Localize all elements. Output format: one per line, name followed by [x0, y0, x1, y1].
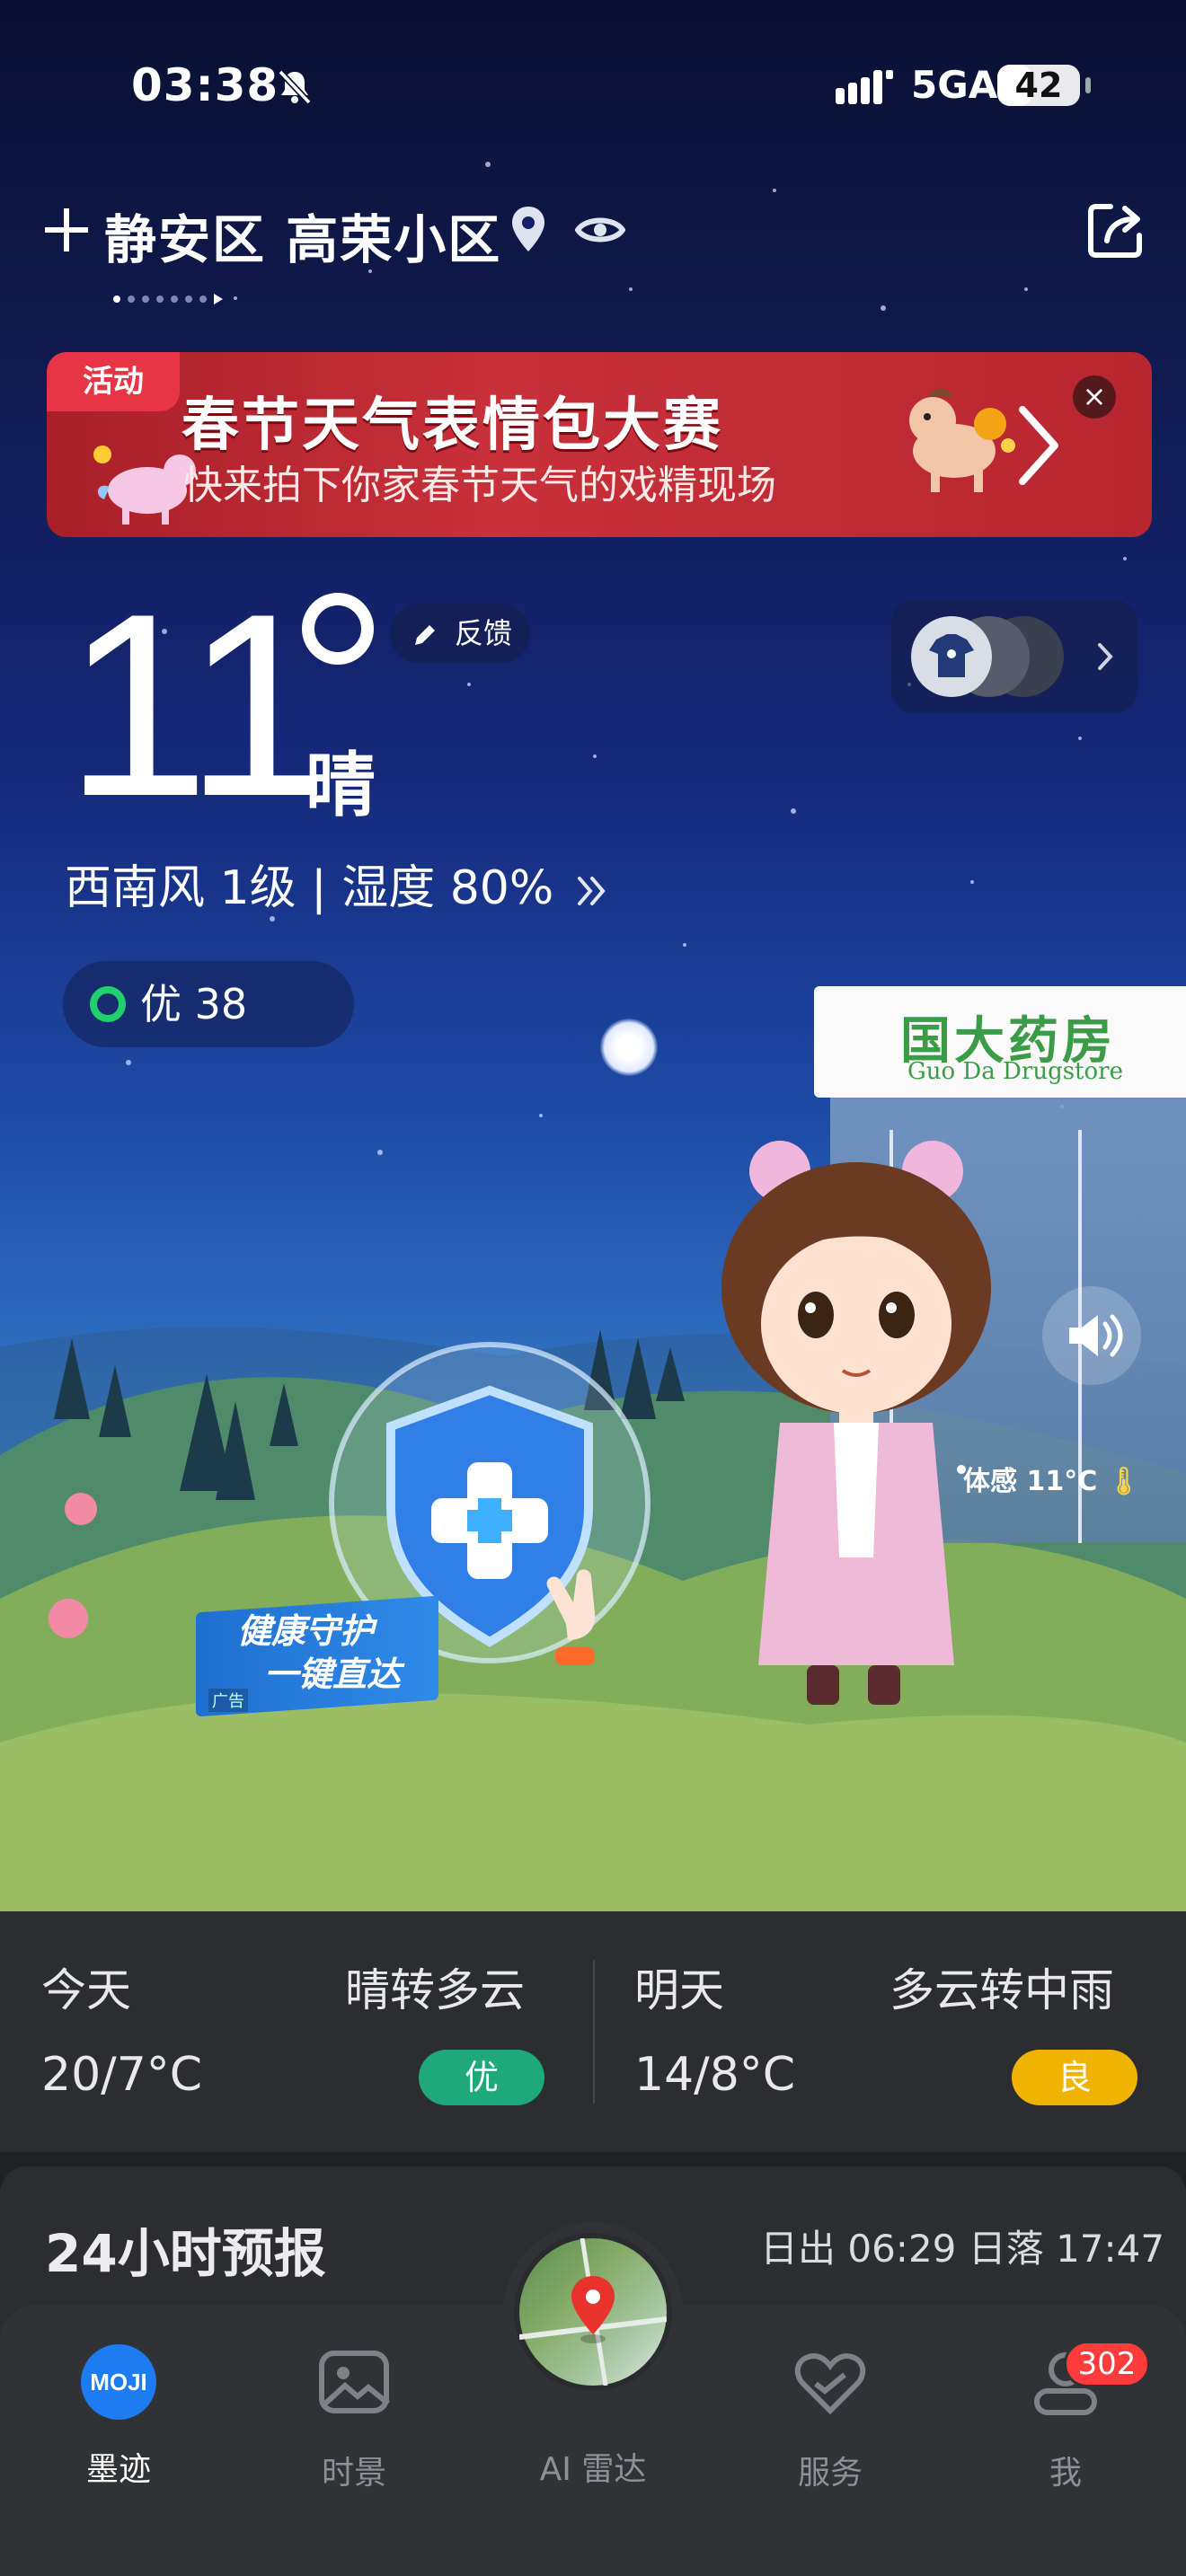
store-name-en: Guo Da Drugstore: [907, 1058, 1123, 1085]
aqi-label: 优 38: [140, 980, 248, 1028]
network-type: 5GA: [911, 63, 998, 107]
degree-symbol: [302, 593, 374, 665]
status-time: 03:38: [131, 59, 279, 111]
chevron-right-small-icon: [1098, 643, 1113, 670]
battery-indicator: 42: [997, 65, 1091, 106]
banner-subtitle: 快来拍下你家春节天气的戏精现场: [183, 463, 776, 508]
banner-tag: 活动: [47, 352, 180, 411]
star: [126, 1060, 131, 1065]
moon: [600, 1019, 658, 1076]
health-line2: 一键直达: [264, 1654, 402, 1694]
plus-icon[interactable]: [40, 203, 93, 257]
chevron-right-icon: [1019, 406, 1058, 485]
feedback-label: 反馈: [455, 616, 513, 650]
moji-logo-icon: MOJI: [81, 2344, 156, 2420]
tshirt-icon: [911, 616, 992, 697]
star: [970, 880, 974, 884]
star: [791, 808, 796, 814]
star: [1078, 737, 1082, 740]
bell-muted-icon: [278, 69, 312, 105]
share-icon[interactable]: [1084, 199, 1146, 262]
star: [234, 296, 237, 300]
today-label: 今天: [41, 1964, 131, 2016]
activity-banner[interactable]: 活动 春节天气表情包大赛 快来拍下你家春节天气的戏精现场 ×: [47, 352, 1152, 537]
star: [485, 162, 491, 167]
star: [773, 189, 776, 192]
pencil-icon: [415, 625, 435, 645]
aqi-badge[interactable]: 优 38: [63, 961, 354, 1047]
star: [881, 305, 886, 311]
speaker-icon: [1069, 1314, 1123, 1357]
tomorrow-label: 明天: [634, 1964, 724, 2016]
star: [683, 943, 686, 947]
location-name[interactable]: 静安区 高荣小区: [104, 198, 501, 273]
tomorrow-aqi-pill: 良: [1012, 2050, 1137, 2105]
forecast-divider: [593, 1960, 595, 2104]
current-temperature: 11: [65, 560, 330, 851]
double-chevron-right-icon: [577, 877, 606, 905]
horse-mascot-icon: [909, 388, 1015, 492]
tab-label-radar: AI 雷达: [539, 2451, 647, 2488]
tab-scenery[interactable]: 时景: [273, 2344, 435, 2493]
tab-label-me: 我: [1049, 2455, 1082, 2492]
current-condition: 晴: [305, 745, 376, 826]
tab-radar[interactable]: AI 雷达: [512, 2344, 674, 2490]
tab-label-moji: 墨迹: [85, 2451, 151, 2488]
banner-title: 春节天气表情包大赛: [181, 393, 723, 459]
star: [1123, 557, 1127, 560]
today-aqi-pill: 优: [419, 2050, 544, 2105]
star: [1024, 287, 1028, 291]
feedback-button[interactable]: 反馈: [390, 604, 530, 663]
notification-badge: 302: [1064, 2341, 1150, 2387]
feels-like: 体感 11°C 🌡: [963, 1459, 1141, 1498]
heart-service-icon: [794, 2353, 866, 2415]
sound-toggle-button[interactable]: [1042, 1286, 1141, 1385]
store-sign: 国大药房 Guo Da Drugstore: [814, 986, 1186, 1098]
star: [593, 754, 597, 758]
photo-icon: [319, 2351, 390, 2413]
sunrise-sunset: 日出 06:29 日落 17:47: [760, 2227, 1165, 2271]
aqi-ring-icon: [90, 986, 126, 1022]
wind-humidity-text: 西南风 1级 | 湿度 80%: [65, 861, 554, 915]
tomorrow-condition: 多云转中雨: [890, 1964, 1114, 2016]
star: [539, 1114, 543, 1117]
outfit-selector-button[interactable]: [891, 600, 1137, 713]
location-pin-icon: [512, 207, 544, 251]
wind-humidity[interactable]: 西南风 1级 | 湿度 80%: [65, 850, 610, 917]
today-condition: 晴转多云: [345, 1964, 525, 2016]
feels-like-text: 体感 11°C: [963, 1466, 1098, 1497]
tab-label-scenery: 时景: [321, 2455, 386, 2492]
star: [377, 1150, 383, 1155]
tab-label-service: 服务: [797, 2455, 863, 2492]
hourly-title: 24小时预报: [45, 2223, 326, 2284]
girl-avatar[interactable]: [681, 1135, 1013, 1710]
tomorrow-temps: 14/8°C: [634, 2048, 796, 2102]
health-line1: 健康守护: [237, 1611, 375, 1651]
battery-percent: 42: [1014, 66, 1063, 105]
thermometer-icon: 🌡: [1106, 1466, 1141, 1497]
eye-icon[interactable]: [575, 212, 625, 248]
page-indicator: [113, 293, 223, 305]
tab-service[interactable]: 服务: [749, 2344, 911, 2493]
star: [467, 683, 471, 686]
star: [629, 287, 633, 291]
today-temps: 20/7°C: [41, 2048, 203, 2102]
tab-moji[interactable]: MOJI 墨迹: [38, 2344, 199, 2490]
signal-bars-icon: [836, 70, 893, 104]
banner-close-button[interactable]: ×: [1073, 375, 1116, 419]
ad-tag: 广告: [208, 1689, 248, 1712]
